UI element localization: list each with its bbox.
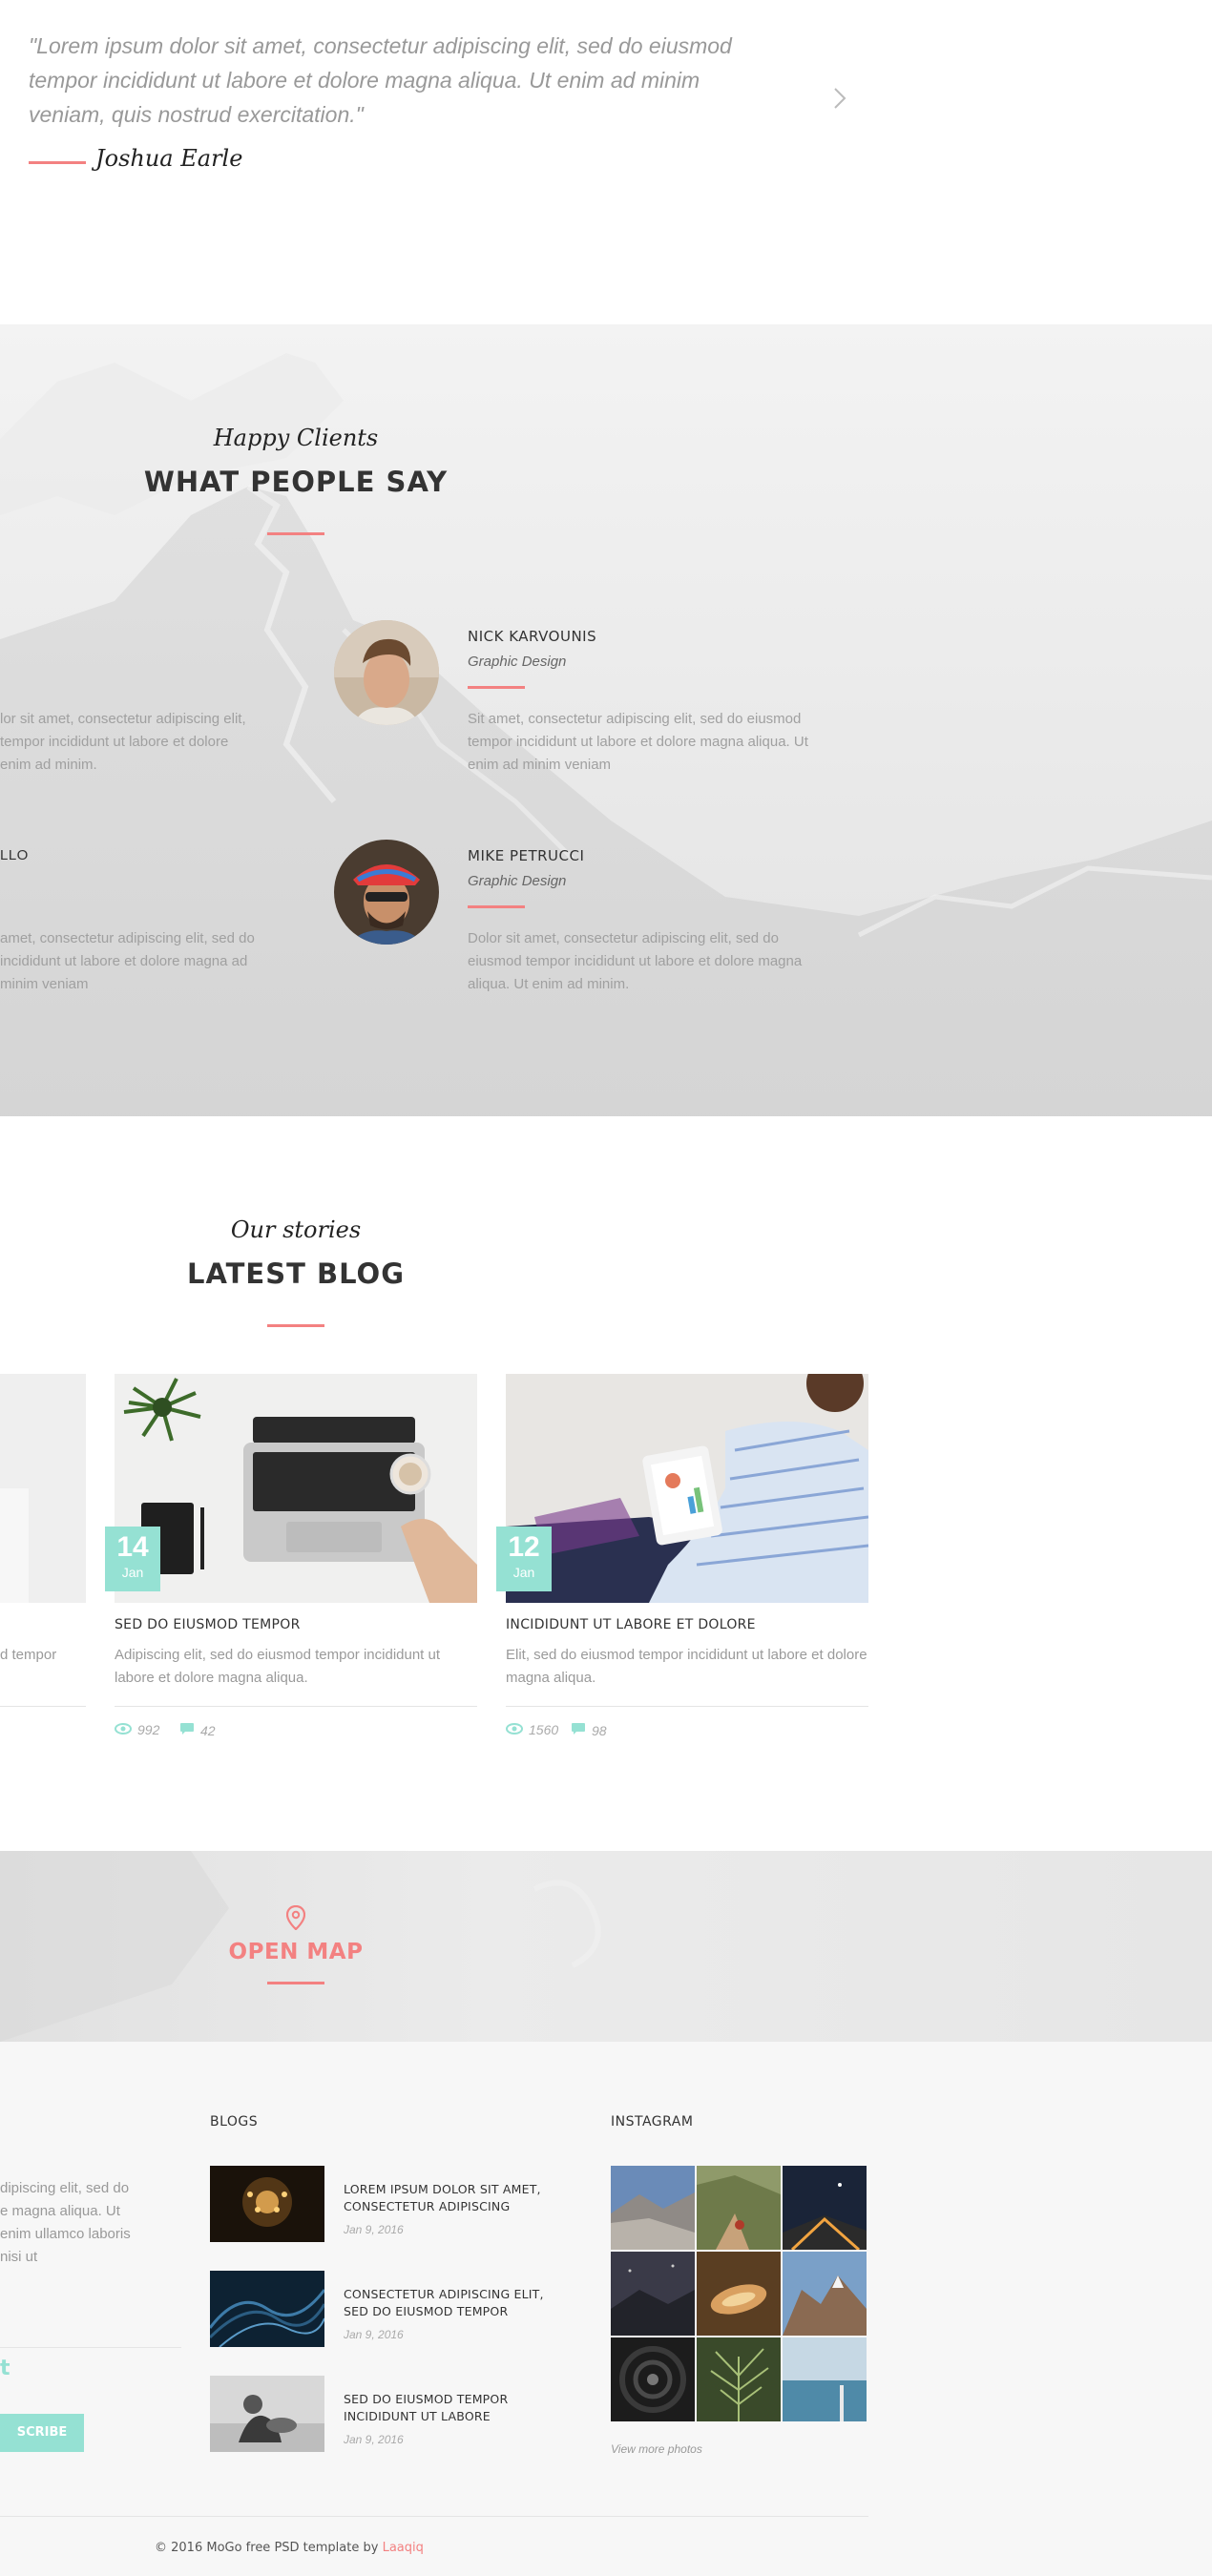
testimonials-subtitle: Happy Clients xyxy=(213,425,379,451)
title-divider xyxy=(267,532,324,535)
testimonial-name: MIKE PETRUCCI xyxy=(468,847,585,864)
blog-post-title[interactable]: INCIDIDUNT UT LABORE ET DOLORE xyxy=(506,1617,756,1632)
date-month: Jan xyxy=(121,1565,144,1580)
footer-about-partial: dipiscing elit, sed do e magna aliqua. U… xyxy=(0,2180,131,2265)
views-value: 992 xyxy=(137,1722,160,1737)
credit-link[interactable]: Laaqiq xyxy=(383,2541,424,2555)
testimonial-name-partial: LLO xyxy=(0,847,29,863)
blog-post-excerpt: Adipiscing elit, sed do eiusmod tempor i… xyxy=(115,1647,441,1686)
views-count: 1560 xyxy=(506,1722,558,1737)
subscribe-heading-partial: t xyxy=(0,2357,10,2380)
blog-image-partial[interactable] xyxy=(0,1374,86,1603)
testimonial-role: Graphic Design xyxy=(468,654,567,670)
footer-divider xyxy=(0,2347,181,2348)
date-badge: 14 Jan xyxy=(105,1527,160,1591)
avatar xyxy=(334,620,439,725)
footer-post-title[interactable]: LOREM IPSUM DOLOR SIT AMET, CONSECTETUR … xyxy=(344,2181,544,2215)
views-value: 1560 xyxy=(529,1722,559,1737)
blog-title: LATEST BLOG xyxy=(186,1257,406,1290)
blog-post-title[interactable]: SED DO EIUSMOD TEMPOR xyxy=(115,1617,301,1632)
footer-post-date: Jan 9, 2016 xyxy=(344,2328,404,2341)
instagram-photo[interactable] xyxy=(611,2166,695,2250)
footer-post-date: Jan 9, 2016 xyxy=(344,2223,404,2236)
copyright: © 2016 MoGo free PSD template by Laaqiq xyxy=(155,2541,424,2555)
eye-icon xyxy=(506,1722,523,1737)
quote-divider xyxy=(29,161,86,164)
footer-post-title[interactable]: CONSECTETUR ADIPISCING ELIT, SED DO EIUS… xyxy=(344,2286,544,2320)
testimonial-role: Graphic Design xyxy=(468,873,567,889)
avatar xyxy=(334,840,439,945)
map-pin-icon[interactable] xyxy=(285,1904,306,1931)
open-map-link[interactable]: OPEN MAP xyxy=(0,1940,592,1964)
instagram-photo[interactable] xyxy=(697,2252,781,2336)
testimonial-text-partial: lor sit amet, consectetur adipiscing eli… xyxy=(0,711,246,773)
subscribe-button[interactable]: SCRIBE xyxy=(0,2414,84,2452)
quote-author: Joshua Earle xyxy=(95,145,243,172)
footer-post-title[interactable]: SED DO EIUSMOD TEMPOR INCIDIDUNT UT LABO… xyxy=(344,2391,544,2425)
footer-post-image[interactable] xyxy=(210,2271,324,2347)
testimonial-divider xyxy=(468,686,525,689)
instagram-photo[interactable] xyxy=(697,2166,781,2250)
quote-text: "Lorem ipsum dolor sit amet, consectetur… xyxy=(29,33,732,127)
comments-count: 98 xyxy=(571,1722,607,1738)
blog-image[interactable] xyxy=(506,1374,868,1603)
testimonials-title: WHAT PEOPLE SAY xyxy=(143,466,449,498)
comment-icon xyxy=(571,1722,586,1738)
instagram-photo[interactable] xyxy=(611,2337,695,2421)
chevron-right-icon[interactable] xyxy=(830,84,849,113)
blog-post-excerpt: Elit, sed do eiusmod tempor incididunt u… xyxy=(506,1647,867,1686)
comment-icon xyxy=(179,1722,195,1738)
comments-value: 98 xyxy=(592,1722,607,1738)
copyright-text: © 2016 MoGo free PSD template by xyxy=(155,2541,379,2555)
comments-count: 42 xyxy=(179,1722,216,1738)
blog-section: Our stories LATEST BLOG d tempor 14 Jan xyxy=(0,1116,1212,1851)
testimonials-section: Happy Clients WHAT PEOPLE SAY lor sit am… xyxy=(0,324,1212,1116)
footer-post-image[interactable] xyxy=(210,2166,324,2242)
view-more-photos-link[interactable]: View more photos xyxy=(611,2442,702,2456)
testimonial-text-partial: amet, consectetur adipiscing elit, sed d… xyxy=(0,930,255,992)
instagram-photo[interactable] xyxy=(783,2337,867,2421)
testimonial-name: NICK KARVOUNIS xyxy=(468,628,597,645)
instagram-photo[interactable] xyxy=(783,2166,867,2250)
map-divider xyxy=(267,1982,324,1984)
footer: dipiscing elit, sed do e magna aliqua. U… xyxy=(0,2042,1212,2576)
date-month: Jan xyxy=(512,1565,535,1580)
instagram-photo[interactable] xyxy=(783,2252,867,2336)
blog-text-partial: d tempor xyxy=(0,1647,57,1663)
footer-post-date: Jan 9, 2016 xyxy=(344,2433,404,2446)
date-badge: 12 Jan xyxy=(496,1527,552,1591)
footer-bottom-divider xyxy=(0,2516,868,2517)
card-divider xyxy=(115,1706,477,1707)
footer-instagram-heading: INSTAGRAM xyxy=(611,2114,694,2129)
date-day: 12 xyxy=(508,1531,540,1563)
blog-subtitle: Our stories xyxy=(230,1216,362,1243)
footer-blogs-heading: BLOGS xyxy=(210,2114,259,2129)
footer-post-image[interactable] xyxy=(210,2376,324,2452)
blog-image[interactable] xyxy=(115,1374,477,1603)
card-divider xyxy=(0,1706,86,1707)
views-count: 992 xyxy=(115,1722,159,1737)
map-section[interactable]: OPEN MAP xyxy=(0,1851,1212,2042)
testimonial-divider xyxy=(468,905,525,908)
testimonial-text: Sit amet, consectetur adipiscing elit, s… xyxy=(468,711,808,773)
instagram-photo[interactable] xyxy=(611,2252,695,2336)
card-divider xyxy=(506,1706,868,1707)
comments-value: 42 xyxy=(200,1722,216,1738)
title-divider xyxy=(267,1324,324,1327)
date-day: 14 xyxy=(116,1531,149,1563)
instagram-photo[interactable] xyxy=(697,2337,781,2421)
testimonial-text: Dolor sit amet, consectetur adipiscing e… xyxy=(468,930,803,992)
eye-icon xyxy=(115,1722,132,1737)
